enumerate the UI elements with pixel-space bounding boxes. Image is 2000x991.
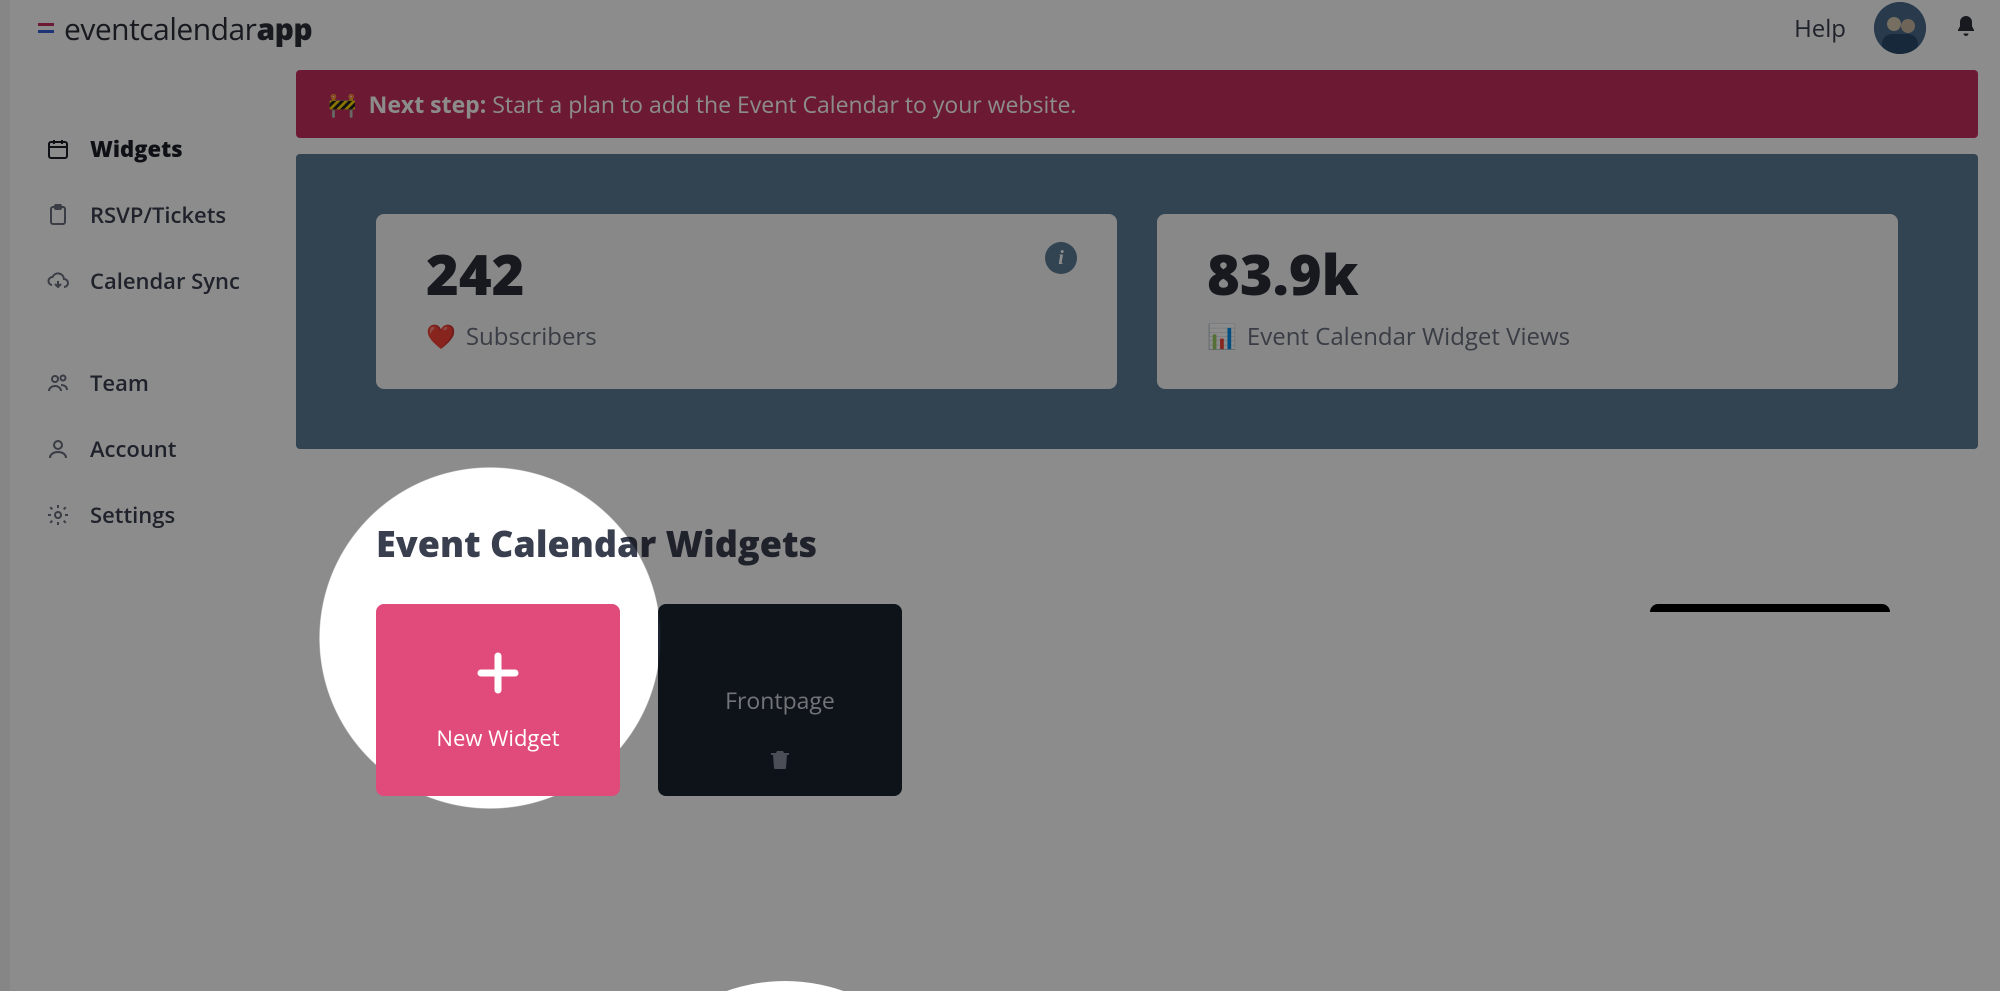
- banner-text: Start a plan to add the Event Calendar t…: [492, 88, 1076, 120]
- sidebar-item-label: Team: [90, 368, 149, 398]
- help-link[interactable]: Help: [1794, 12, 1846, 45]
- gear-icon: [46, 503, 70, 527]
- heart-icon: ❤️: [426, 320, 456, 353]
- stat-card-subscribers[interactable]: 242 ❤️ Subscribers i: [376, 214, 1117, 389]
- construction-emoji-icon: 🚧: [328, 88, 357, 120]
- subscribers-label: Subscribers: [466, 320, 597, 353]
- sidebar: Widgets RSVP/Tickets Calendar Sync Team: [10, 56, 296, 991]
- sidebar-item-label: RSVP/Tickets: [90, 200, 226, 230]
- bar-chart-icon: 📊: [1207, 320, 1237, 353]
- bell-icon[interactable]: [1954, 12, 1978, 45]
- banner-strong: Next step:: [369, 88, 487, 120]
- subscribers-value: 242: [426, 246, 1067, 302]
- topbar: eventcalendarapp Help: [10, 0, 2000, 56]
- widgets-row: New Widget Frontpage: [296, 604, 2000, 796]
- views-value: 83.9k: [1207, 246, 1848, 302]
- stats-panel: 242 ❤️ Subscribers i 83.9k 📊 Event Calen…: [296, 154, 1978, 449]
- logo-text: eventcalendarapp: [64, 8, 312, 49]
- sidebar-item-label: Calendar Sync: [90, 266, 240, 296]
- sidebar-item-label: Account: [90, 434, 176, 464]
- sidebar-item-rsvp[interactable]: RSVP/Tickets: [10, 182, 296, 248]
- section-title: Event Calendar Widgets: [376, 519, 2000, 568]
- new-widget-label: New Widget: [436, 723, 559, 753]
- trash-icon[interactable]: [771, 749, 789, 774]
- avatar[interactable]: [1874, 2, 1926, 54]
- cloud-sync-icon: [46, 269, 70, 293]
- logo[interactable]: eventcalendarapp: [38, 8, 312, 49]
- widget-name: Frontpage: [725, 684, 835, 716]
- partial-card-edge: [1650, 604, 1890, 612]
- team-icon: [46, 371, 70, 395]
- plus-icon: [475, 647, 521, 703]
- sidebar-item-widgets[interactable]: Widgets: [10, 116, 296, 182]
- main-content: 🚧 Next step: Start a plan to add the Eve…: [296, 56, 2000, 991]
- user-icon: [46, 437, 70, 461]
- sidebar-item-label: Widgets: [90, 134, 183, 164]
- info-icon[interactable]: i: [1045, 242, 1077, 274]
- sidebar-item-label: Settings: [90, 500, 175, 530]
- sidebar-item-account[interactable]: Account: [10, 416, 296, 482]
- sidebar-item-team[interactable]: Team: [10, 350, 296, 416]
- next-step-banner[interactable]: 🚧 Next step: Start a plan to add the Eve…: [296, 70, 1978, 138]
- clipboard-icon: [46, 203, 70, 227]
- views-label: Event Calendar Widget Views: [1247, 320, 1570, 353]
- sidebar-item-settings[interactable]: Settings: [10, 482, 296, 548]
- new-widget-button[interactable]: New Widget: [376, 604, 620, 796]
- sidebar-item-sync[interactable]: Calendar Sync: [10, 248, 296, 314]
- stat-card-views[interactable]: 83.9k 📊 Event Calendar Widget Views: [1157, 214, 1898, 389]
- logo-mark-icon: [38, 23, 54, 33]
- calendar-icon: [46, 137, 70, 161]
- widget-card-frontpage[interactable]: Frontpage: [658, 604, 902, 796]
